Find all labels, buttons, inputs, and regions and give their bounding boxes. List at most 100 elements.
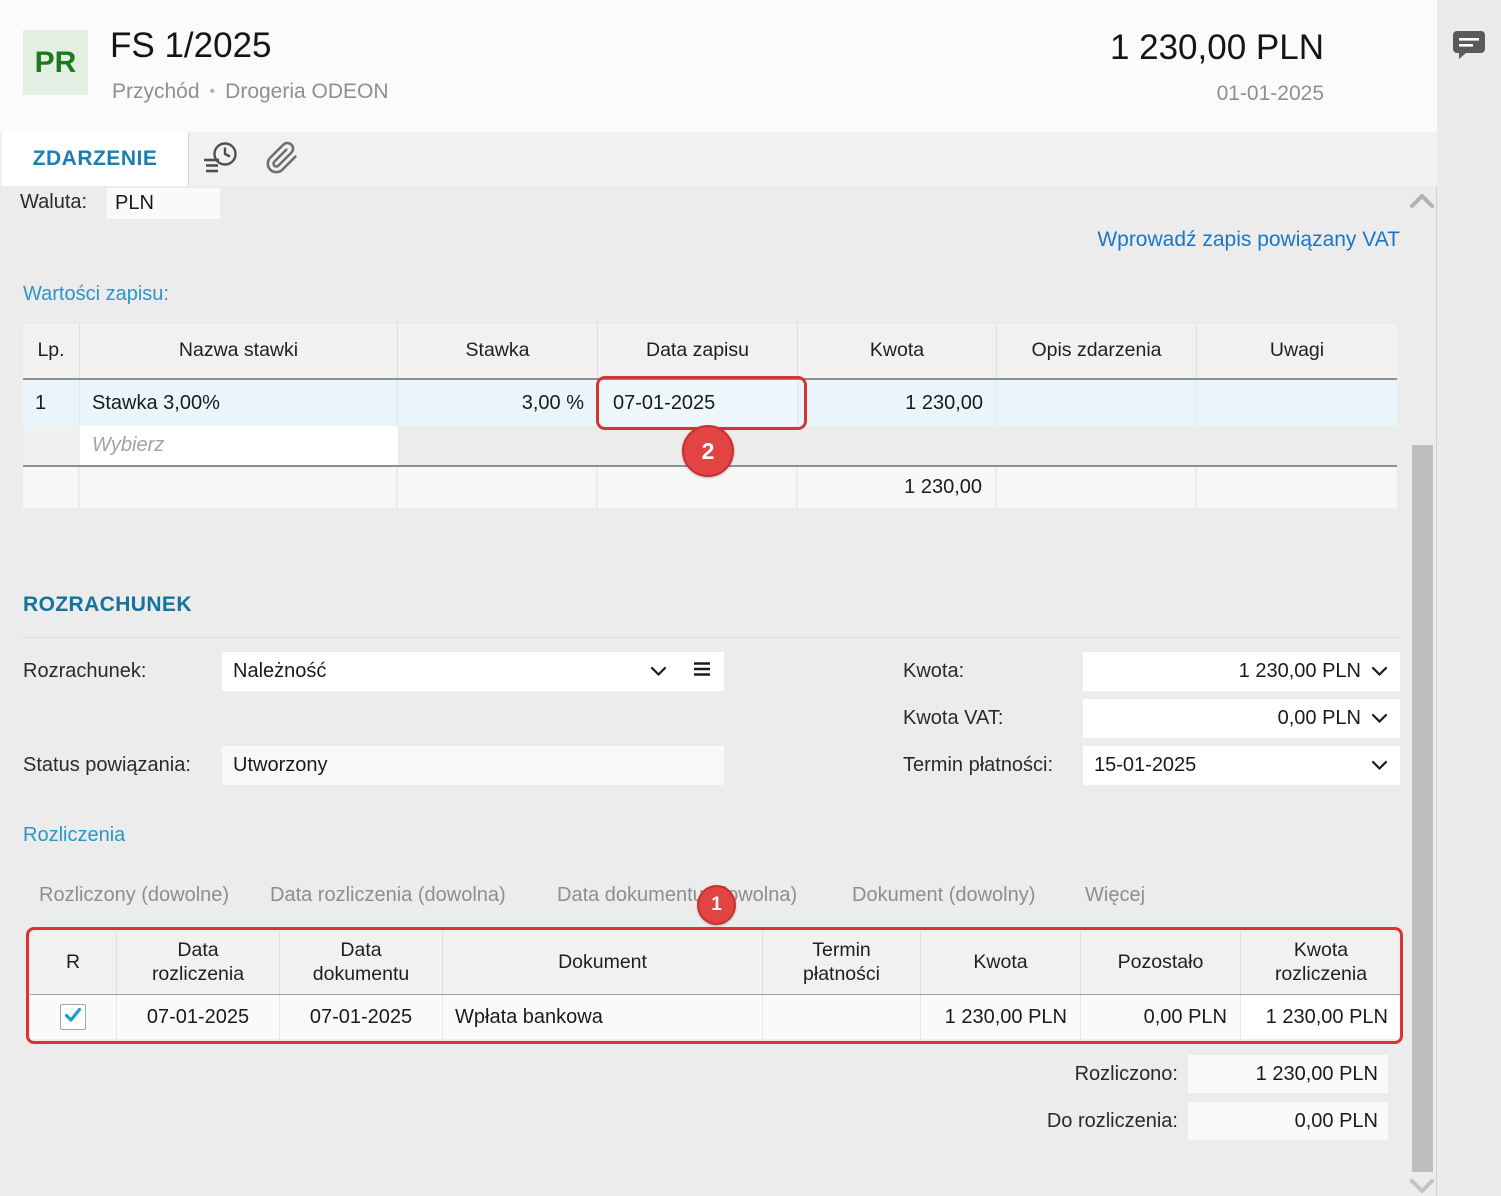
column-header-lp: Lp. [23, 322, 80, 378]
do-rozliczenia-field: 0,00 PLN [1188, 1102, 1388, 1140]
kwota-vat-field[interactable]: 0,00 PLN [1083, 699, 1400, 738]
company-name: Drogeria ODEON [225, 80, 389, 103]
column-header-stawka: Stawka [398, 322, 598, 378]
column-header-kwota-rozliczenia: Kwota rozliczenia [1241, 931, 1401, 994]
currency-label: Waluta: [20, 191, 88, 213]
document-date: 01-01-2025 [1216, 82, 1324, 105]
settlements-table-header: R Data rozliczenia Data dokumentu Dokume… [30, 931, 1401, 994]
kwota-vat-value: 0,00 PLN [1277, 707, 1361, 729]
select-rate-input[interactable]: Wybierz [80, 426, 398, 465]
cell-opis-zdarzenia[interactable] [997, 380, 1197, 426]
annotation-badge-1: 1 [697, 885, 736, 925]
column-header-data-dokumentu: Data dokumentu [280, 931, 443, 994]
settlement-row[interactable]: 07-01-2025 07-01-2025 Wpłata bankowa 1 2… [30, 995, 1401, 1039]
status-label: Status powiązania: [23, 754, 191, 776]
cell-data-dokumentu: 07-01-2025 [280, 995, 443, 1039]
currency-value: PLN [115, 192, 154, 214]
column-header-dokument: Dokument [443, 931, 763, 994]
vat-link[interactable]: Wprowadź zapis powiązany VAT [1097, 228, 1400, 252]
column-header-data-rozliczenia: Data rozliczenia [117, 931, 280, 994]
tab-bar: ZDARZENIE [0, 132, 1437, 186]
termin-platnosci-label: Termin płatności: [903, 754, 1054, 776]
tab-zdarzenie[interactable]: ZDARZENIE [2, 132, 189, 186]
cell-stawka[interactable]: 3,00 % [398, 380, 598, 426]
rozrachunek-value: Należność [233, 660, 327, 682]
section-title-rozrachunek: ROZRACHUNEK [23, 593, 192, 616]
do-rozliczenia-label: Do rozliczenia: [1046, 1110, 1178, 1132]
do-rozliczenia-value: 0,00 PLN [1294, 1109, 1378, 1132]
cell-lp[interactable]: 1 [23, 380, 80, 426]
cell-nazwa-stawki[interactable]: Stawka 3,00% [80, 380, 398, 426]
chevron-up-icon [1409, 194, 1435, 214]
history-icon [200, 139, 240, 182]
right-rail [1436, 0, 1501, 1196]
comments-button[interactable] [1452, 30, 1486, 60]
column-header-kwota: Kwota [798, 322, 997, 378]
column-header-r: R [30, 931, 117, 994]
total-stawka [398, 467, 598, 508]
menu-icon[interactable] [693, 660, 711, 683]
document-title: FS 1/2025 [110, 26, 272, 65]
column-header-nazwa-stawki: Nazwa stawki [80, 322, 398, 378]
separator-dot: • [209, 83, 216, 100]
cell-data-rozliczenia: 07-01-2025 [117, 995, 280, 1039]
entry-row[interactable]: 1 Stawka 3,00% 3,00 % 07-01-2025 1 230,0… [23, 380, 1397, 426]
filter-chip-data-dokumentu[interactable]: Data dokumentu (dowolna) [557, 884, 797, 907]
cell-kwota-rozliczenia[interactable]: 1 230,00 PLN [1241, 995, 1401, 1039]
attachments-button[interactable] [262, 141, 302, 179]
column-header-kwota: Kwota [921, 931, 1081, 994]
cell-kwota: 1 230,00 PLN [921, 995, 1081, 1039]
total-uwagi [1197, 467, 1397, 508]
column-header-uwagi: Uwagi [1197, 322, 1397, 378]
section-title-wartosci: Wartości zapisu: [23, 283, 169, 305]
document-type-badge: PR [23, 30, 88, 95]
column-header-termin-platnosci: Termin płatności [763, 931, 921, 994]
annotation-badge-2: 2 [682, 425, 734, 477]
collapse-button[interactable] [1409, 192, 1435, 215]
settled-checkbox[interactable] [60, 1004, 86, 1030]
scrollbar-thumb[interactable] [1412, 445, 1433, 1172]
entries-table: Lp. Nazwa stawki Stawka Data zapisu Kwot… [23, 322, 1397, 508]
filter-chip-rozliczony[interactable]: Rozliczony (dowolne) [39, 884, 229, 907]
rozliczono-value: 1 230,00 PLN [1255, 1062, 1378, 1085]
cell-kwota[interactable]: 1 230,00 [798, 380, 997, 426]
cell-termin-platnosci [763, 995, 921, 1039]
document-subtitle: Przychód • Drogeria ODEON [112, 80, 389, 104]
cell-dokument: Wpłata bankowa [443, 995, 763, 1039]
section-title-rozliczenia: Rozliczenia [23, 824, 126, 846]
comment-icon [1452, 31, 1486, 64]
chevron-down-icon[interactable] [1371, 707, 1388, 730]
document-header: PR FS 1/2025 Przychód • Drogeria ODEON 1… [0, 0, 1437, 133]
cell-settled [30, 995, 117, 1039]
column-header-pozostalo: Pozostało [1081, 931, 1241, 994]
filter-chip-wiecej[interactable]: Więcej [1085, 884, 1145, 907]
currency-field[interactable]: PLN [107, 188, 220, 219]
chevron-down-icon [1409, 1179, 1435, 1196]
kwota-field[interactable]: 1 230,00 PLN [1083, 652, 1400, 691]
total-lp [23, 467, 80, 508]
entries-table-header: Lp. Nazwa stawki Stawka Data zapisu Kwot… [23, 322, 1397, 378]
status-value: Utworzony [233, 754, 328, 776]
cell-data-zapisu[interactable]: 07-01-2025 [598, 380, 798, 426]
chevron-down-icon[interactable] [650, 660, 667, 683]
termin-platnosci-value: 15-01-2025 [1094, 754, 1197, 776]
rozrachunek-select[interactable]: Należność [222, 652, 724, 691]
rozliczono-label: Rozliczono: [1074, 1063, 1178, 1085]
filter-chip-data-rozliczenia[interactable]: Data rozliczenia (dowolna) [270, 884, 506, 907]
scroll-down-button[interactable] [1409, 1178, 1435, 1196]
termin-platnosci-field[interactable]: 15-01-2025 [1083, 746, 1400, 785]
kwota-label: Kwota: [903, 660, 965, 682]
rozrachunek-label: Rozrachunek: [23, 660, 147, 682]
filter-chip-dokument[interactable]: Dokument (dowolny) [852, 884, 1035, 907]
column-header-opis-zdarzenia: Opis zdarzenia [997, 322, 1197, 378]
total-kwota: 1 230,00 [798, 467, 997, 508]
cell-uwagi[interactable] [1197, 380, 1397, 426]
cell-lp-empty [23, 426, 80, 465]
history-button[interactable] [200, 141, 240, 179]
app-window: PR FS 1/2025 Przychód • Drogeria ODEON 1… [0, 0, 1501, 1196]
total-nazwa [80, 467, 398, 508]
settlements-table: R Data rozliczenia Data dokumentu Dokume… [30, 931, 1401, 1039]
chevron-down-icon[interactable] [1371, 754, 1388, 777]
chevron-down-icon[interactable] [1371, 660, 1388, 683]
total-opis [997, 467, 1197, 508]
